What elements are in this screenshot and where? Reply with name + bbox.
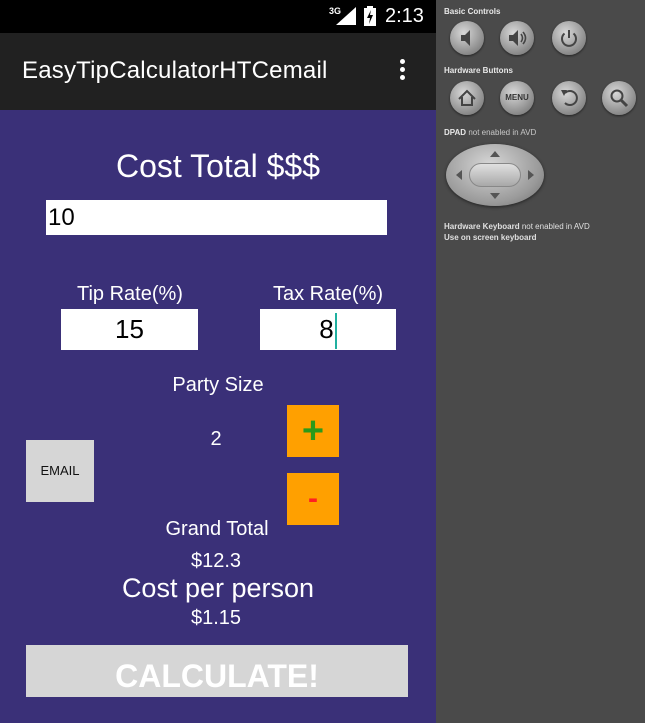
dpad-note: not enabled in AVD [468,128,537,137]
app-title: EasyTipCalculatorHTCemail [22,57,328,84]
cost-per-person-value: $1.15 [190,607,242,629]
calculate-button[interactable]: CALCULATE! [26,645,408,697]
increase-party-button[interactable]: + [287,405,339,457]
party-size-value: 2 [210,428,222,450]
more-vert-icon[interactable] [392,57,412,87]
status-bar: 3G 2:13 [0,0,436,33]
battery-icon [364,6,376,26]
status-clock: 2:13 [385,5,424,27]
cost-per-person-label: Cost per person [121,573,315,603]
action-bar: EasyTipCalculatorHTCemail [0,33,436,110]
signal-icon [336,7,356,25]
keyboard-note: Hardware Keyboard not enabled in AVD Use… [444,221,590,243]
keyboard-label: Hardware Keyboard [444,222,520,231]
text-cursor [334,313,337,350]
home-icon[interactable] [450,81,484,115]
email-button[interactable]: EMAIL [26,440,94,502]
volume-up-icon[interactable] [500,21,534,55]
tax-rate-label: Tax Rate(%) [272,283,384,305]
party-size-label: Party Size [172,374,264,396]
search-icon[interactable] [602,81,636,115]
volume-down-icon[interactable] [450,21,484,55]
power-icon[interactable] [552,21,586,55]
hardware-buttons-label: Hardware Buttons [444,66,513,75]
tip-rate-input[interactable] [61,309,198,350]
tax-rate-input[interactable]: 8 [260,309,396,350]
cost-total-input[interactable] [46,200,387,235]
menu-button[interactable]: MENU [500,81,534,115]
phone-screen: 3G 2:13 EasyTipCalculatorHTCemail Cost T… [0,0,436,723]
dpad[interactable] [446,144,544,206]
back-icon[interactable] [552,81,586,115]
keyboard-hint: Use on screen keyboard [444,233,537,242]
dpad-label: DPAD not enabled in AVD [444,128,536,137]
cost-total-label: Cost Total $$$ [116,148,320,184]
dpad-center-button[interactable] [469,163,521,187]
grand-total-value: $12.3 [190,550,242,572]
dpad-title: DPAD [444,128,467,137]
keyboard-status: not enabled in AVD [521,222,590,231]
grand-total-label: Grand Total [165,518,269,540]
emulator-controls: Basic Controls Hardware Buttons MENU DPA… [436,0,645,723]
tip-rate-label: Tip Rate(%) [77,283,183,305]
tax-rate-value: 8 [319,314,334,344]
basic-controls-label: Basic Controls [444,7,501,16]
